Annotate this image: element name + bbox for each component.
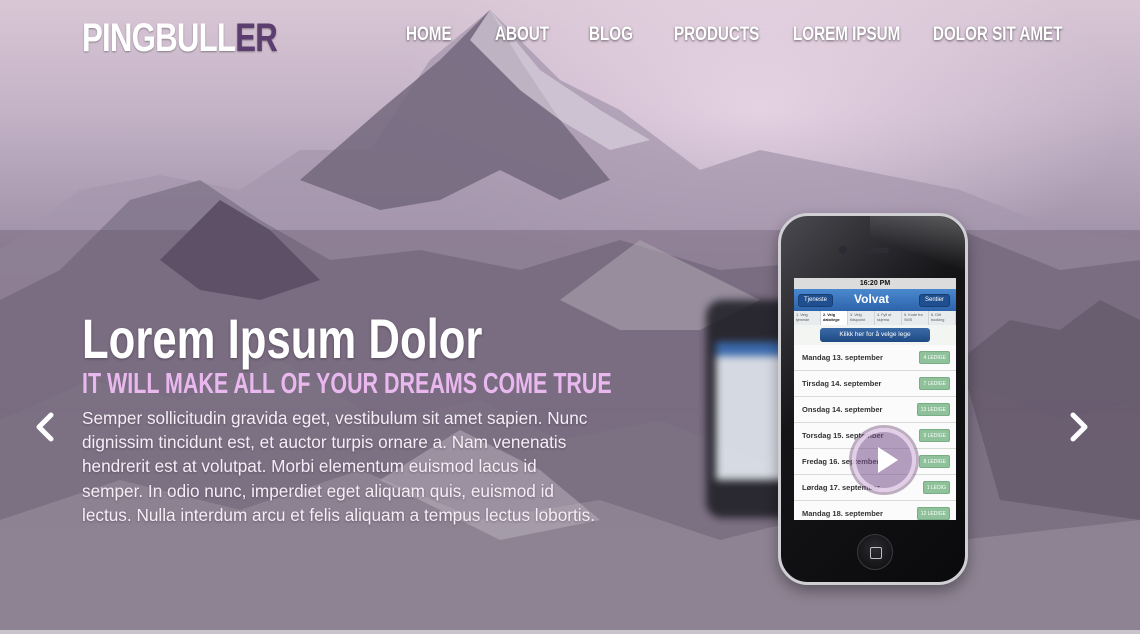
app-step: 3. Velg tidspunkt: [848, 311, 875, 325]
nav-item-products[interactable]: PRODUCTS: [674, 24, 759, 46]
app-step: 1. Velg tjeneste: [794, 311, 821, 325]
app-brand: Volvat: [854, 292, 890, 306]
phone-screen: 16:20 PM Tjeneste Volvat Sentier 1. Velg…: [794, 278, 956, 520]
app-step: 6. Ditt booking: [929, 311, 956, 325]
app-row-badge: 8 LEDIGE: [919, 455, 950, 468]
app-date-row: Mandag 18. september 12 LEDIGE: [794, 501, 956, 520]
camera-icon: [839, 246, 847, 254]
main-nav: HOME ABOUT BLOG PRODUCTS LOREM IPSUM DOL…: [0, 24, 1140, 54]
slide-description: Semper sollicitudin gravida eget, vestib…: [82, 408, 595, 525]
slider-next-button[interactable]: [1066, 410, 1092, 444]
speaker-grille: [859, 248, 889, 253]
app-doctor-picker: Klikk her for å velge lege: [820, 328, 930, 342]
play-video-button[interactable]: [852, 428, 916, 492]
app-back-button: Tjeneste: [798, 294, 834, 307]
app-steps: 1. Velg tjeneste 2. Velg dato/lege 3. Ve…: [794, 311, 956, 325]
slide-subtitle: IT WILL MAKE ALL OF YOUR DREAMS COME TRU…: [82, 368, 612, 400]
app-row-badge: 4 LEDIGE: [919, 351, 950, 364]
app-date-row: Onsdag 14. september 13 LEDIGE: [794, 397, 956, 423]
nav-item-home[interactable]: HOME: [406, 24, 452, 46]
chevron-right-icon: [1070, 412, 1088, 442]
app-date-row: Tirsdag 14. september 7 LEDIGE: [794, 371, 956, 397]
app-row-date: Onsdag 14. september: [802, 405, 883, 414]
app-row-badge: 13 LEDIGE: [916, 403, 950, 416]
app-step: 2. Velg dato/lege: [821, 311, 848, 325]
slider-bottom-border: [0, 630, 1140, 634]
app-step: 4. Fyll ut skjema: [875, 311, 902, 325]
nav-item-blog[interactable]: BLOG: [589, 24, 633, 46]
app-step: 5. Kode fra SMS: [902, 311, 929, 325]
chevron-left-icon: [36, 412, 54, 442]
app-row-date: Mandag 13. september: [802, 353, 883, 362]
app-date-row: Mandag 13. september 4 LEDIGE: [794, 345, 956, 371]
app-row-badge: 12 LEDIGE: [916, 507, 950, 520]
slider-prev-button[interactable]: [32, 410, 58, 444]
app-right-button: Sentier: [918, 294, 950, 307]
app-row-badge: 9 LEDIGE: [919, 429, 950, 442]
slide-title: Lorem Ipsum Dolor: [82, 307, 483, 370]
app-row-date: Tirsdag 14. september: [802, 379, 882, 388]
nav-item-lorem-ipsum[interactable]: LOREM IPSUM: [793, 24, 900, 46]
nav-item-dolor-sit-amet[interactable]: DOLOR SIT AMET: [933, 24, 1062, 46]
app-row-badge: 1 LEDIG: [922, 481, 950, 494]
home-button-icon: [857, 534, 893, 570]
phone-mockup: 16:20 PM Tjeneste Volvat Sentier 1. Velg…: [778, 213, 968, 585]
nav-item-about[interactable]: ABOUT: [495, 24, 549, 46]
phone-status-bar: 16:20 PM: [794, 278, 956, 289]
app-row-date: Mandag 18. september: [802, 509, 883, 518]
app-header: Tjeneste Volvat Sentier: [794, 289, 956, 311]
app-row-badge: 7 LEDIGE: [919, 377, 950, 390]
